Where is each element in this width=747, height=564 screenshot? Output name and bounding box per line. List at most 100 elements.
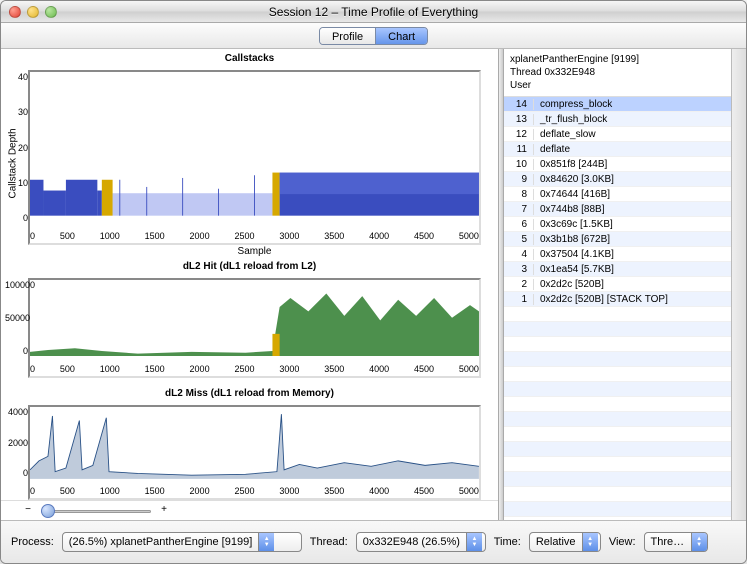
stack-row[interactable]: 100x851f8 [244B] (504, 157, 731, 172)
stack-depth: 13 (504, 114, 534, 125)
zoom-out-button[interactable]: − (21, 504, 35, 518)
callstack-header: xplanetPantherEngine [9199] Thread 0x332… (504, 49, 731, 97)
chart3-x-axis: 0 500 1000 1500 2000 2500 3000 3500 4000… (30, 486, 479, 498)
stack-row[interactable]: 12deflate_slow (504, 127, 731, 142)
tab-profile[interactable]: Profile (320, 28, 375, 45)
stack-depth: 4 (504, 249, 534, 260)
chevron-updown-icon: ▲▼ (582, 533, 598, 551)
stack-frame-name: 0x851f8 [244B] (534, 159, 607, 170)
callstacks-plot (30, 72, 479, 216)
stack-frame-name: 0x1ea54 [5.7KB] (534, 264, 614, 275)
thread-value: 0x332E948 (26.5%) (357, 536, 466, 548)
stack-row[interactable] (504, 412, 731, 427)
tab-chart[interactable]: Chart (375, 28, 427, 45)
process-select[interactable]: (26.5%) xplanetPantherEngine [9199] ▲▼ (62, 532, 302, 552)
stack-row[interactable] (504, 502, 731, 517)
dl2-hit-plot (30, 280, 479, 356)
charts-container: Callstacks Callstack Depth 40 30 20 10 0 (1, 49, 498, 500)
stack-depth: 6 (504, 219, 534, 230)
stack-frame-name: deflate (534, 144, 570, 155)
minimize-icon[interactable] (27, 6, 39, 18)
stack-frame-name: 0x744b8 [88B] (534, 204, 605, 215)
stack-row[interactable]: 50x3b1b8 [672B] (504, 232, 731, 247)
chevron-updown-icon: ▲▼ (258, 533, 274, 551)
chevron-updown-icon: ▲▼ (466, 533, 482, 551)
stack-row[interactable] (504, 352, 731, 367)
stack-row[interactable]: 14compress_block (504, 97, 731, 112)
chart2-x-axis: 0 500 1000 1500 2000 2500 3000 3500 4000… (30, 364, 479, 376)
stack-row[interactable]: 60x3c69c [1.5KB] (504, 217, 731, 232)
thread-label: Thread: (310, 536, 348, 548)
dl2-miss-plot (30, 407, 479, 479)
chart2-y-axis: 100000 50000 0 (5, 280, 30, 356)
stack-frame-name: _tr_flush_block (534, 114, 607, 125)
zoom-icon[interactable] (45, 6, 57, 18)
stack-row[interactable] (504, 457, 731, 472)
stack-row[interactable]: 10x2d2c [520B] [STACK TOP] (504, 292, 731, 307)
process-label: Process: (11, 536, 54, 548)
header-thread: Thread 0x332E948 (510, 66, 725, 79)
scrollbar[interactable] (731, 49, 746, 520)
stack-row[interactable] (504, 322, 731, 337)
traffic-lights (9, 6, 57, 18)
time-value: Relative (530, 536, 582, 548)
stack-row[interactable] (504, 367, 731, 382)
zoom-in-button[interactable]: + (157, 504, 171, 518)
stack-row[interactable] (504, 427, 731, 442)
chart3-y-axis: 4000 2000 0 (5, 407, 30, 478)
stack-row[interactable] (504, 337, 731, 352)
stack-row[interactable]: 80x74644 [416B] (504, 187, 731, 202)
chart1-title: Callstacks (3, 51, 496, 66)
stack-row[interactable]: 13_tr_flush_block (504, 112, 731, 127)
chart3-title: dL2 Miss (dL1 reload from Memory) (3, 386, 496, 401)
stack-row[interactable] (504, 382, 731, 397)
stack-row[interactable]: 70x744b8 [88B] (504, 202, 731, 217)
time-select[interactable]: Relative ▲▼ (529, 532, 601, 552)
content-area: Callstacks Callstack Depth 40 30 20 10 0 (1, 49, 746, 521)
stack-frame-name: deflate_slow (534, 129, 596, 140)
dl2-hit-chart[interactable]: 100000 50000 0 0 500 1000 1500 2000 (28, 278, 481, 378)
stack-depth: 9 (504, 174, 534, 185)
chart1-xlabel: Sample (30, 246, 479, 257)
stack-depth: 11 (504, 144, 534, 155)
bottom-bar: Process: (26.5%) xplanetPantherEngine [9… (1, 521, 746, 563)
stack-frame-name: 0x3c69c [1.5KB] (534, 219, 613, 230)
callstack-list[interactable]: 14compress_block13_tr_flush_block12defla… (504, 97, 731, 520)
thread-select[interactable]: 0x332E948 (26.5%) ▲▼ (356, 532, 486, 552)
stack-depth: 8 (504, 189, 534, 200)
stack-row[interactable] (504, 487, 731, 502)
stack-row[interactable]: 40x37504 [4.1KB] (504, 247, 731, 262)
callstack-pane: xplanetPantherEngine [9199] Thread 0x332… (504, 49, 731, 520)
stack-depth: 1 (504, 294, 534, 305)
chart1-x-axis: 0 500 1000 1500 2000 2500 3000 3500 4000… (30, 231, 479, 243)
stack-row[interactable]: 90x84620 [3.0KB] (504, 172, 731, 187)
view-select[interactable]: Thread ▲▼ (644, 532, 708, 552)
stack-depth: 3 (504, 264, 534, 275)
process-value: (26.5%) xplanetPantherEngine [9199] (63, 536, 258, 548)
zoom-slider[interactable] (41, 503, 151, 519)
callstacks-chart[interactable]: Callstack Depth 40 30 20 10 0 (28, 70, 481, 245)
app-window: Session 12 – Time Profile of Everything … (0, 0, 747, 564)
header-user: User (510, 79, 725, 92)
stack-frame-name: 0x37504 [4.1KB] (534, 249, 614, 260)
charts-pane: Callstacks Callstack Depth 40 30 20 10 0 (1, 49, 498, 520)
close-icon[interactable] (9, 6, 21, 18)
titlebar[interactable]: Session 12 – Time Profile of Everything (1, 1, 746, 23)
chart1-y-axis: 40 30 20 10 0 (5, 72, 30, 223)
stack-row[interactable] (504, 307, 731, 322)
stack-frame-name: 0x74644 [416B] (534, 189, 610, 200)
zoom-controls: − + (1, 500, 498, 520)
stack-row[interactable] (504, 397, 731, 412)
stack-depth: 2 (504, 279, 534, 290)
stack-row[interactable]: 11deflate (504, 142, 731, 157)
slider-track (41, 510, 151, 513)
stack-row[interactable] (504, 442, 731, 457)
stack-row[interactable]: 30x1ea54 [5.7KB] (504, 262, 731, 277)
slider-thumb[interactable] (41, 504, 55, 518)
dl2-miss-chart[interactable]: 4000 2000 0 0 500 1000 1500 2000 2 (28, 405, 481, 500)
stack-row[interactable] (504, 472, 731, 487)
window-title: Session 12 – Time Profile of Everything (1, 5, 746, 19)
stack-row[interactable]: 20x2d2c [520B] (504, 277, 731, 292)
view-switcher: Profile Chart (319, 27, 428, 45)
stack-depth: 5 (504, 234, 534, 245)
